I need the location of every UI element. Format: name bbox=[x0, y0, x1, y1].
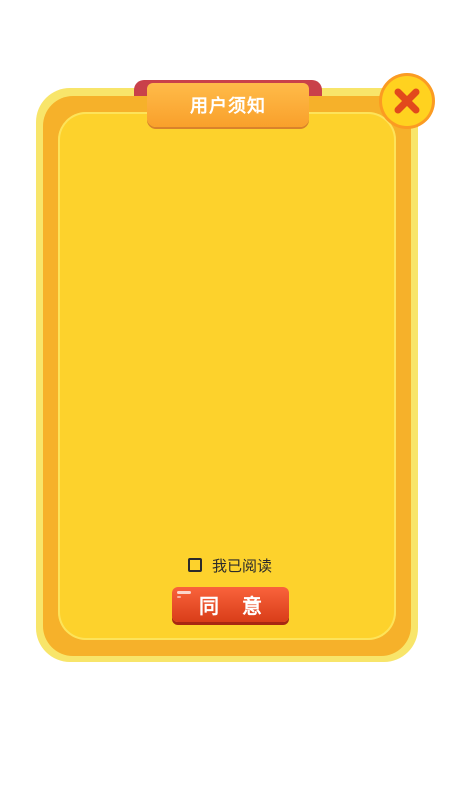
close-x-icon bbox=[394, 88, 420, 114]
close-button[interactable] bbox=[382, 76, 432, 126]
agree-button[interactable]: 同 意 bbox=[172, 587, 289, 622]
agree-button-label[interactable]: 同 意 bbox=[191, 590, 270, 619]
agree-checkbox[interactable] bbox=[188, 558, 202, 572]
agree-checkbox-label[interactable]: 我已阅读 bbox=[212, 555, 272, 576]
dialog-title-tab: 用户须知 bbox=[147, 83, 309, 127]
button-shine-dot bbox=[177, 596, 181, 598]
button-shine bbox=[177, 591, 191, 594]
agree-row[interactable]: 我已阅读 bbox=[188, 555, 272, 576]
dialog-title: 用户须知 bbox=[190, 96, 266, 117]
